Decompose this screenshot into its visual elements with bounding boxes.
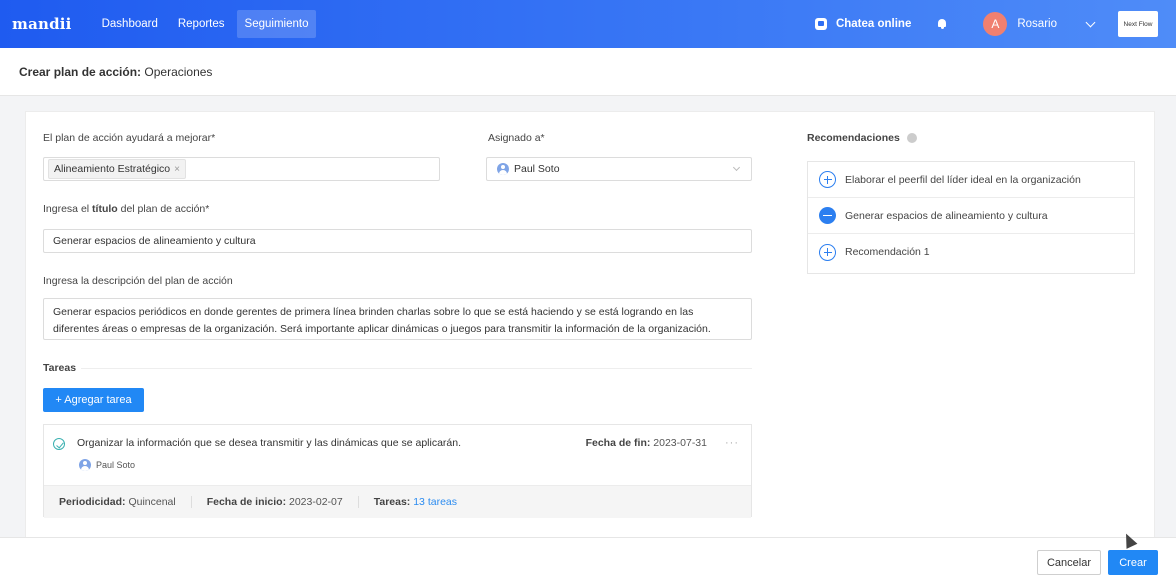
remove-circle-icon[interactable] [819, 207, 836, 224]
task-count: Tareas: 13 tareas [359, 496, 472, 508]
tasks-label: Tareas: [373, 496, 411, 508]
more-options-icon[interactable]: ··· [725, 437, 739, 449]
chevron-down-icon[interactable] [1085, 17, 1096, 27]
user-icon [79, 459, 91, 471]
next-flow-logo[interactable]: Next Flow [1118, 11, 1158, 37]
close-icon[interactable]: × [174, 164, 180, 175]
bell-icon[interactable] [937, 19, 947, 29]
page-title-area: Operaciones [144, 64, 213, 79]
title-label: Ingresa el título del plan de acción* [43, 203, 209, 215]
recommendation-label: Recomendación 1 [845, 246, 930, 258]
avatar[interactable]: A [983, 12, 1008, 36]
chat-bubble-icon [814, 18, 827, 30]
action-plan-form: El plan de acción ayudará a mejorar* Ali… [25, 111, 1155, 541]
assigned-label: Asignado a* [488, 132, 545, 144]
nav-dashboard[interactable]: Dashboard [94, 10, 166, 38]
recommendation-item[interactable]: Generar espacios de alineamiento y cultu… [808, 198, 1134, 234]
periodicity-value: Quincenal [128, 496, 176, 508]
action-footer: Cancelar Crear [0, 537, 1176, 577]
add-circle-icon[interactable] [819, 243, 836, 261]
recommendations-title-text: Recomendaciones [807, 132, 900, 144]
chat-online-button[interactable]: Chatea online [814, 18, 912, 30]
divider [81, 368, 752, 369]
recommendation-item[interactable]: Elaborar el peerfil del líder ideal en l… [808, 162, 1134, 198]
improve-tag-label: Alineamiento Estratégico [54, 163, 171, 175]
task-end-date: Fecha de fin: 2023-07-31 [586, 437, 707, 449]
user-icon [497, 163, 509, 175]
chevron-down-icon [732, 163, 741, 172]
title-input[interactable]: Generar espacios de alineamiento y cultu… [43, 229, 752, 253]
task-periodicity: Periodicidad: Quincenal [44, 496, 192, 508]
tasks-link[interactable]: 13 tareas [413, 496, 457, 508]
recommendation-label: Elaborar el peerfil del líder ideal en l… [845, 173, 1081, 186]
assigned-select[interactable]: Paul Soto [486, 157, 752, 181]
nav-reportes[interactable]: Reportes [170, 10, 233, 38]
task-footer: Periodicidad: Quincenal Fecha de inicio:… [44, 485, 751, 518]
top-navigation-bar: mandii Dashboard Reportes Seguimiento Ch… [0, 0, 1176, 48]
task-card: Organizar la información que se desea tr… [43, 424, 752, 518]
recommendation-item[interactable]: Recomendación 1 [808, 234, 1134, 270]
app-logo[interactable]: mandii [12, 15, 72, 33]
recommendations-title: Recomendaciones [807, 132, 917, 144]
task-end-label: Fecha de fin: [585, 437, 651, 449]
cancel-button[interactable]: Cancelar [1037, 550, 1101, 575]
assigned-value: Paul Soto [514, 163, 560, 175]
title-label-bold: título [92, 203, 118, 215]
start-value: 2023-02-07 [289, 496, 343, 508]
task-title[interactable]: Organizar la información que se desea tr… [77, 437, 461, 449]
add-circle-icon[interactable] [819, 171, 836, 188]
title-label-pre: Ingresa el [43, 203, 90, 215]
improve-select[interactable]: Alineamiento Estratégico × [43, 157, 440, 181]
task-start-date: Fecha de inicio: 2023-02-07 [192, 496, 359, 508]
desc-label: Ingresa la descripción del plan de acció… [43, 275, 233, 287]
tasks-section-title: Tareas [43, 362, 77, 374]
nav-seguimiento[interactable]: Seguimiento [236, 10, 317, 38]
start-label: Fecha de inicio: [206, 496, 287, 508]
chat-online-label: Chatea online [835, 18, 912, 30]
task-header: Organizar la información que se desea tr… [44, 425, 751, 485]
recommendations-list: Elaborar el peerfil del líder ideal en l… [807, 161, 1135, 274]
title-label-post: del plan de acción* [120, 203, 210, 215]
recommendation-label: Generar espacios de alineamiento y cultu… [845, 209, 1048, 222]
create-button[interactable]: Crear [1108, 550, 1158, 575]
task-assignee: Paul Soto [79, 459, 135, 471]
task-end-value: 2023-07-31 [653, 437, 707, 449]
page-title: Crear plan de acción: Operaciones [0, 48, 1176, 96]
improve-tag: Alineamiento Estratégico × [48, 159, 186, 179]
page-title-prefix: Crear plan de acción: [19, 64, 142, 79]
info-icon[interactable] [906, 133, 917, 143]
description-textarea[interactable]: Generar espacios periódicos en donde ger… [43, 298, 752, 340]
periodicity-label: Periodicidad: [59, 496, 126, 508]
improve-label: El plan de acción ayudará a mejorar* [43, 132, 216, 144]
user-name[interactable]: Rosario [1017, 18, 1057, 30]
check-circle-icon[interactable] [53, 438, 65, 450]
add-task-button[interactable]: + Agregar tarea [43, 388, 144, 412]
task-assignee-name: Paul Soto [96, 460, 136, 470]
